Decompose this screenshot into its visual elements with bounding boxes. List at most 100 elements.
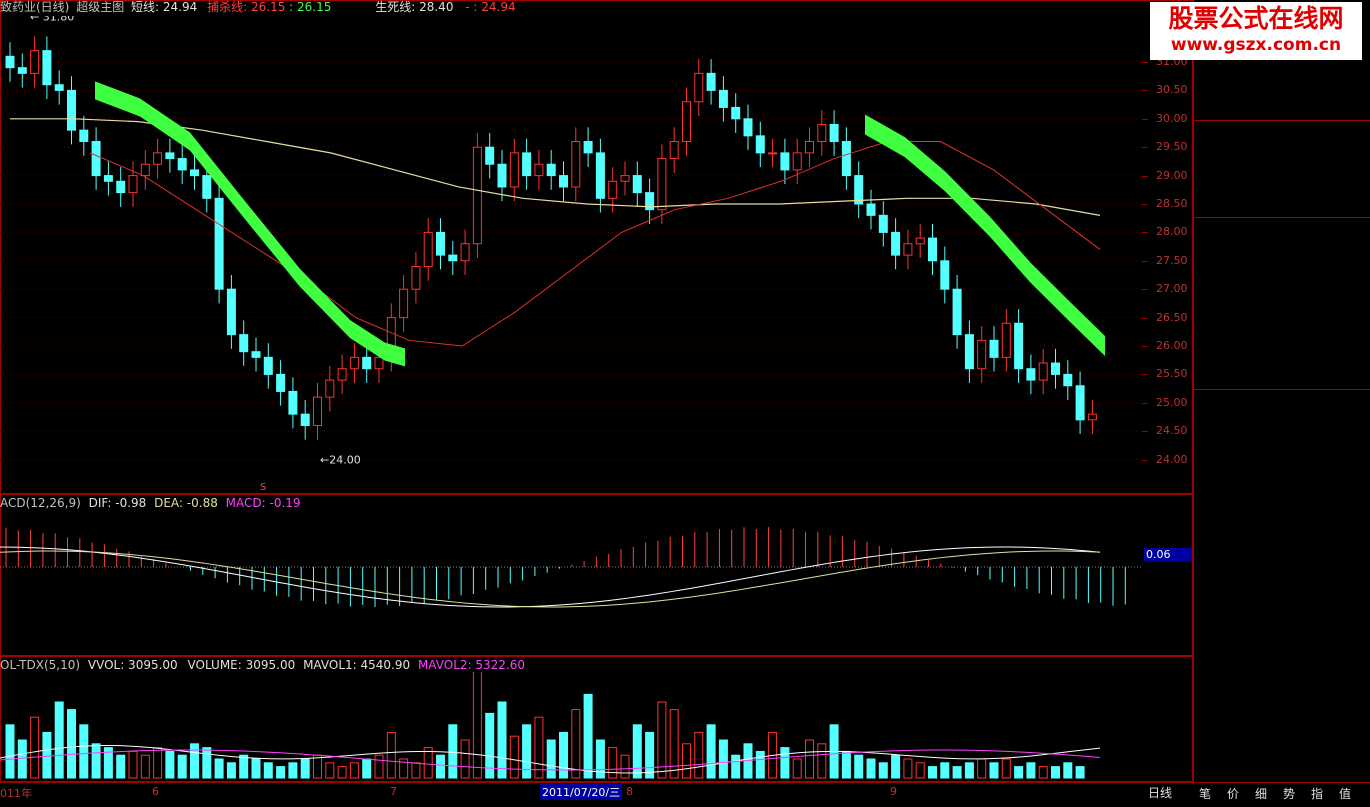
candle-up: [1001, 322, 1011, 358]
bottom-tab[interactable]: 笔: [1199, 785, 1211, 802]
volume-bar: [682, 743, 691, 779]
candle-down: [91, 141, 101, 177]
volume-bar: [165, 750, 175, 779]
volume-bar: [1014, 766, 1024, 779]
price-tick-label: 25.00: [1156, 395, 1188, 409]
volume-bar: [472, 672, 482, 779]
price-tick-label: 27.00: [1156, 282, 1188, 296]
x-axis: 011年 6 7 2011/07/20/三 8 9 日线: [0, 782, 1193, 807]
candle-up: [620, 175, 630, 182]
volume-bar: [411, 762, 421, 779]
volume-bar: [313, 754, 322, 779]
tick-row: [1196, 630, 1370, 648]
macd-value: MACD: -0.19: [225, 496, 301, 510]
candle-down: [583, 141, 593, 154]
site-logo: 股票公式在线网 www.gszx.com.cn: [1150, 2, 1362, 60]
candle-down: [67, 89, 76, 131]
tick-row: [1196, 450, 1370, 468]
x-label-6: 6: [152, 785, 159, 798]
price-tick-label: 24.50: [1156, 424, 1188, 438]
bottom-tab[interactable]: 价: [1227, 785, 1239, 802]
volume-bar: [1075, 766, 1085, 779]
volume-bar: [952, 766, 962, 779]
volume-bar: [288, 762, 298, 779]
buy-row: [1196, 197, 1370, 215]
tick-row: [1196, 540, 1370, 558]
divider: [1194, 216, 1370, 218]
candle-up: [534, 163, 544, 177]
stat-row: [1196, 369, 1370, 387]
candle-up: [915, 237, 925, 245]
volume-bar: [780, 747, 790, 779]
price-tick-label: 27.50: [1156, 253, 1188, 267]
candle-down: [632, 175, 642, 194]
tick-row: [1196, 666, 1370, 684]
candle-up: [682, 101, 691, 143]
candle-down: [1014, 322, 1024, 370]
macd-chart[interactable]: [0, 510, 1142, 654]
macd-dea-line: [0, 550, 1101, 608]
volume-mavol1: MAVOL1: 4540.90: [303, 658, 411, 672]
bottom-tab[interactable]: 细: [1255, 785, 1267, 802]
price-tick-mark: [1142, 260, 1148, 262]
volume-title: OL-TDX(5,10): [0, 658, 81, 672]
volume-bar: [891, 754, 901, 779]
tick-row: [1196, 468, 1370, 486]
tick-row: [1196, 612, 1370, 630]
candle-down: [940, 260, 950, 290]
candle-up: [313, 396, 322, 427]
x-label-7: 7: [390, 785, 397, 798]
tick-row: [1196, 558, 1370, 576]
price-tick-mark: [1142, 90, 1148, 92]
stock-name: 致药业(日线): [0, 0, 70, 14]
volume-bar: [928, 766, 937, 779]
life-line-value: 28.40: [419, 0, 454, 14]
buy-row: [1196, 123, 1370, 141]
tick-row: [1196, 576, 1370, 594]
volume-bar: [841, 750, 851, 779]
candle-down: [595, 152, 605, 199]
price-tick-label: 24.00: [1156, 452, 1188, 466]
candle-down: [165, 152, 175, 160]
candle-down: [79, 129, 89, 143]
candle-down: [239, 334, 249, 353]
volume-bar: [940, 762, 950, 779]
volume-bar: [190, 743, 199, 779]
price-tick-label: 26.00: [1156, 339, 1188, 352]
price-tick-label: 25.50: [1156, 367, 1188, 381]
volume-chart[interactable]: [0, 672, 1142, 780]
volume-bar: [1001, 758, 1011, 779]
candle-down: [116, 180, 126, 194]
volume-bar: [386, 731, 396, 779]
volume-bar: [497, 701, 507, 779]
sell-row: [1196, 82, 1370, 100]
candle-down: [485, 146, 495, 165]
candlestick-chart[interactable]: ← 31.80 ←24.00 S: [0, 16, 1142, 494]
period-tab[interactable]: 日线: [1148, 784, 1172, 801]
buy-row: [1196, 179, 1370, 197]
volume-bar: [202, 747, 212, 779]
candle-up: [1038, 362, 1048, 381]
price-tick-mark: [1142, 317, 1148, 319]
bottom-tab[interactable]: 值: [1339, 785, 1351, 802]
trap-line-value-2: : 26.15: [289, 0, 332, 14]
volume-bar: [54, 701, 64, 779]
volume-bar: [854, 754, 864, 779]
candle-up: [805, 141, 814, 154]
candle-up: [460, 243, 470, 262]
volume-volume: VOLUME: 3095.00: [187, 658, 296, 672]
candle-up: [337, 368, 347, 381]
bottom-tab[interactable]: 指: [1311, 785, 1323, 802]
candle-down: [718, 89, 728, 108]
candle-up: [792, 152, 802, 171]
volume-mavol2: MAVOL2: 5322.60: [417, 658, 525, 672]
candle-up: [669, 141, 679, 160]
bottom-tab[interactable]: 势: [1283, 785, 1295, 802]
candle-down: [706, 72, 716, 91]
price-tick-mark: [1142, 232, 1148, 234]
candle-down: [546, 163, 556, 177]
x-label-8: 8: [626, 785, 633, 798]
stat-row: [1196, 350, 1370, 368]
stat-row: [1196, 294, 1370, 312]
price-tick-mark: [1142, 204, 1148, 205]
